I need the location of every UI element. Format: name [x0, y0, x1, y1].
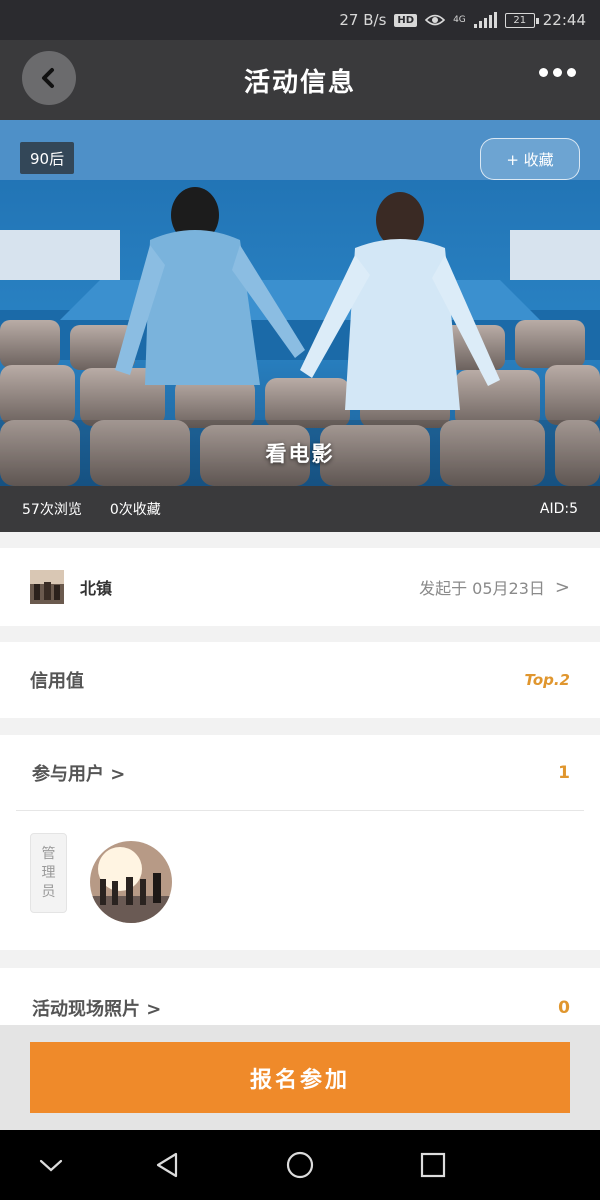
network-type: 4G: [453, 14, 466, 25]
hd-badge: HD: [394, 13, 418, 27]
battery-level: 21: [513, 14, 527, 26]
back-button[interactable]: [22, 51, 76, 105]
admin-badge: 管 理 员: [30, 833, 67, 913]
chevron-down-icon[interactable]: [36, 1150, 66, 1180]
square-recent-icon[interactable]: [418, 1150, 448, 1180]
more-button[interactable]: [539, 68, 576, 77]
view-count: 57次浏览: [22, 502, 82, 518]
more-horizontal-icon: [539, 68, 548, 77]
credit-label: 信用值: [30, 671, 84, 692]
activity-cover: 90后 + 收藏 看电影: [0, 120, 600, 486]
participants-card: 参与用户 > 1 管 理 员: [0, 735, 600, 950]
signal-icon: [473, 12, 497, 28]
tag-badge: 90后: [20, 142, 75, 174]
participant-avatar[interactable]: [90, 841, 172, 923]
favorite-button[interactable]: + 收藏: [480, 138, 580, 180]
participants-label: 参与用户 >: [32, 763, 126, 785]
photos-count: 0: [558, 998, 570, 1018]
status-bar: 27 B/s HD 4G 21 22:44: [0, 0, 600, 40]
chevron-right-icon: >: [554, 576, 570, 598]
participants-count: 1: [558, 762, 570, 783]
signup-button[interactable]: 报名参加: [30, 1042, 570, 1113]
triangle-back-icon[interactable]: [152, 1150, 182, 1180]
screen: 27 B/s HD 4G 21 22:44 活动信息 90后 + 收藏 看电影 …: [0, 0, 600, 1200]
system-nav-bar: [0, 1130, 600, 1200]
credit-value: Top.2: [524, 671, 570, 689]
stats-bar: 57次浏览 0次收藏 AID:5: [0, 486, 600, 532]
participants-list: 管 理 员: [0, 811, 600, 949]
chevron-left-icon: [42, 68, 54, 88]
photos-label: 活动现场照片 >: [32, 999, 162, 1020]
page-title: 活动信息: [243, 67, 356, 98]
credit-row: 信用值 Top.2: [0, 642, 600, 718]
activity-id: AID:5: [539, 501, 578, 517]
nav-bar: 活动信息: [0, 40, 600, 120]
organizer-name: 北镇: [80, 579, 113, 598]
eye-icon: [425, 14, 446, 26]
circle-home-icon[interactable]: [285, 1150, 315, 1180]
battery-icon: 21: [504, 12, 539, 28]
organizer-row[interactable]: 北镇 发起于 05月23日 >: [0, 548, 600, 626]
network-speed: 27 B/s: [339, 11, 387, 29]
favorite-count: 0次收藏: [109, 502, 161, 518]
clock: 22:44: [542, 11, 586, 29]
action-bar: 报名参加: [0, 1025, 600, 1130]
organizer-date: 发起于 05月23日: [419, 579, 545, 598]
activity-title: 看电影: [265, 442, 335, 466]
organizer-avatar: [30, 570, 64, 604]
participants-header[interactable]: 参与用户 > 1: [16, 735, 584, 811]
